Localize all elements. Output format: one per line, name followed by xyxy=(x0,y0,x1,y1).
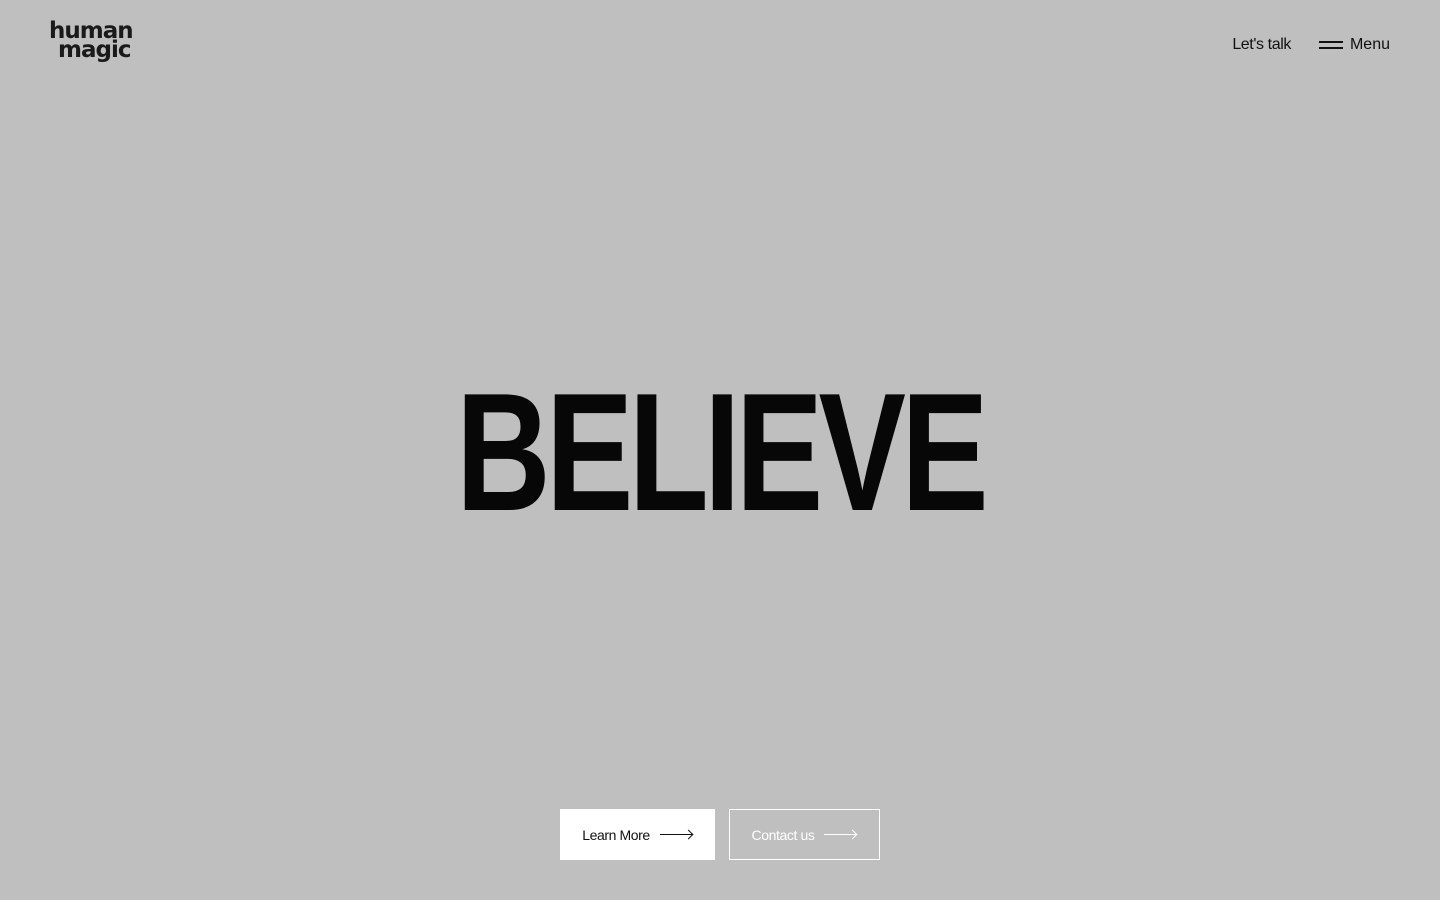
logo-link[interactable]: human magic xyxy=(49,20,134,63)
arrow-right-icon xyxy=(824,831,857,839)
hero-headline: BELIEVE xyxy=(456,358,989,546)
contact-us-label: Contact us xyxy=(751,826,815,843)
header-nav: Let's talk Menu xyxy=(1232,36,1390,54)
menu-button[interactable]: Menu xyxy=(1318,36,1390,54)
arrow-right-icon xyxy=(659,831,693,839)
cta-group: Learn More Contact us xyxy=(0,809,1440,860)
hamburger-icon xyxy=(1318,41,1343,49)
contact-us-button[interactable]: Contact us xyxy=(729,809,880,860)
menu-label: Menu xyxy=(1349,36,1390,53)
page: human magic Let's talk Menu BELIEVE Lear… xyxy=(0,0,1440,900)
logo-line-2: magic xyxy=(58,37,131,63)
lets-talk-link[interactable]: Let's talk xyxy=(1232,36,1291,54)
learn-more-button[interactable]: Learn More xyxy=(560,809,715,860)
learn-more-label: Learn More xyxy=(582,826,650,843)
